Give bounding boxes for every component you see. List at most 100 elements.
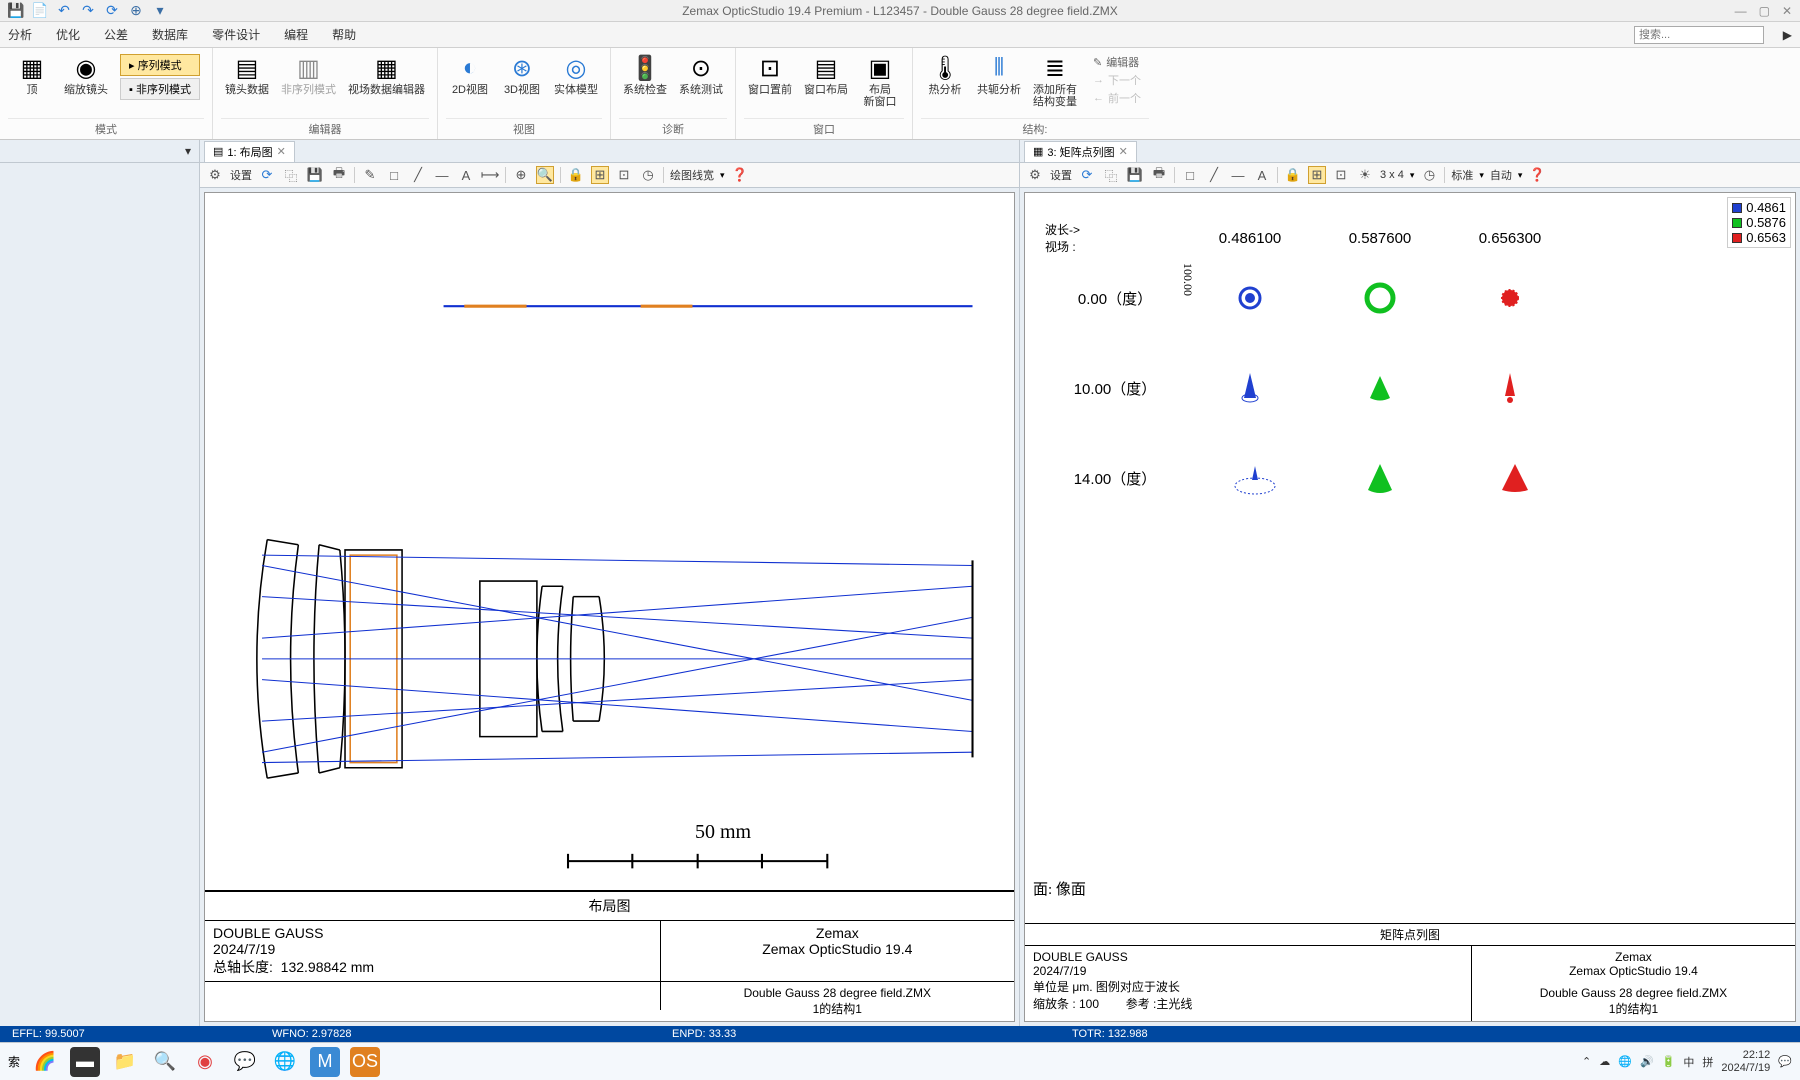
tray-notifications-icon[interactable]: 💬 bbox=[1778, 1055, 1792, 1068]
spot-tab[interactable]: ▦ 3: 矩阵点列图 ✕ bbox=[1024, 141, 1137, 162]
layout-tab[interactable]: ▤ 1: 布局图 ✕ bbox=[204, 141, 295, 162]
clock-icon[interactable]: ◷ bbox=[1420, 166, 1438, 184]
taskbar-search-icon[interactable]: 🔍 bbox=[150, 1047, 180, 1077]
settings-label[interactable]: 设置 bbox=[230, 167, 252, 183]
help-icon[interactable]: ⊕ bbox=[128, 3, 144, 19]
ribbon-btn-syscheck[interactable]: 🚦系统检查 bbox=[619, 50, 671, 118]
ribbon-btn-zoom-lens[interactable]: ◉缩放镜头 bbox=[60, 50, 112, 118]
ribbon-btn-systest[interactable]: ⊙系统测试 bbox=[675, 50, 727, 118]
print-icon[interactable]: 🖶 bbox=[1150, 166, 1168, 184]
ribbon-btn-win-front[interactable]: ⊡窗口置前 bbox=[744, 50, 796, 118]
ribbon-btn-lens-data[interactable]: ▤镜头数据 bbox=[221, 50, 273, 118]
grid-icon[interactable]: ⊞ bbox=[591, 166, 609, 184]
layout-canvas[interactable]: 50 mm 布局图 DOUBLE GAUSS 2024/7/19 总轴长度: 1… bbox=[204, 192, 1015, 1022]
copy-icon[interactable]: ⿻ bbox=[1102, 166, 1120, 184]
save-icon[interactable]: 💾 bbox=[306, 166, 324, 184]
ribbon-btn-conjugate[interactable]: ⦀共轭分析 bbox=[973, 50, 1025, 118]
ribbon-btn-nsc-editor[interactable]: ▥非序列模式 bbox=[277, 50, 340, 118]
save-icon[interactable]: 💾 bbox=[1126, 166, 1144, 184]
new-icon[interactable]: 📄 bbox=[32, 3, 48, 19]
linewidth-label[interactable]: 绘图线宽 bbox=[670, 167, 714, 183]
square-icon[interactable]: □ bbox=[385, 166, 403, 184]
taskbar-wechat-icon[interactable]: 💬 bbox=[230, 1047, 260, 1077]
target-icon[interactable]: ⊕ bbox=[512, 166, 530, 184]
help-icon[interactable]: ❓ bbox=[1528, 166, 1546, 184]
refresh-icon[interactable]: ⟳ bbox=[1078, 166, 1096, 184]
menu-tolerance[interactable]: 公差 bbox=[104, 26, 128, 43]
pencil-icon[interactable]: ✎ bbox=[361, 166, 379, 184]
dash-icon[interactable]: — bbox=[1229, 166, 1247, 184]
taskbar-search-text[interactable]: 索 bbox=[8, 1053, 20, 1070]
lock-icon[interactable]: 🔒 bbox=[1284, 166, 1302, 184]
ribbon-btn-add-vars[interactable]: ≣添加所有 结构变量 bbox=[1029, 50, 1081, 118]
ribbon-btn-new-win[interactable]: ▣布局 新窗口 bbox=[856, 50, 904, 118]
redo-icon[interactable]: ↷ bbox=[80, 3, 96, 19]
save-icon[interactable]: 💾 bbox=[8, 3, 24, 19]
text-icon[interactable]: A bbox=[457, 166, 475, 184]
tray-volume-icon[interactable]: 🔊 bbox=[1640, 1055, 1654, 1068]
tab-close-icon[interactable]: ✕ bbox=[277, 145, 286, 158]
export-icon[interactable]: ⊡ bbox=[615, 166, 633, 184]
menu-analyze[interactable]: 分析 bbox=[8, 26, 32, 43]
search-input[interactable] bbox=[1634, 26, 1764, 44]
zoom-icon[interactable]: 🔍 bbox=[536, 166, 554, 184]
taskbar-edge-icon[interactable]: 🌐 bbox=[270, 1047, 300, 1077]
ruler-icon[interactable]: ⟼ bbox=[481, 166, 499, 184]
settings-gear-icon[interactable]: ⚙ bbox=[206, 166, 224, 184]
tray-network-icon[interactable]: 🌐 bbox=[1618, 1055, 1632, 1068]
tray-chevron-icon[interactable]: ⌃ bbox=[1582, 1055, 1591, 1068]
tray-ime-1[interactable]: 中 bbox=[1683, 1054, 1694, 1070]
print-icon[interactable]: 🖶 bbox=[330, 166, 348, 184]
tab-close-icon[interactable]: ✕ bbox=[1119, 145, 1128, 158]
clock-icon[interactable]: ◷ bbox=[639, 166, 657, 184]
run-icon[interactable]: ▶ bbox=[1783, 28, 1792, 42]
text-icon[interactable]: A bbox=[1253, 166, 1271, 184]
ribbon-link-editor[interactable]: ✎ 编辑器 bbox=[1093, 54, 1141, 70]
ribbon-btn-top[interactable]: ▦顶 bbox=[8, 50, 56, 118]
tray-battery-icon[interactable]: 🔋 bbox=[1662, 1055, 1676, 1068]
tray-ime-2[interactable]: 拼 bbox=[1702, 1054, 1713, 1070]
line-icon[interactable]: ╱ bbox=[409, 166, 427, 184]
export-icon[interactable]: ⊡ bbox=[1332, 166, 1350, 184]
ribbon-btn-solid[interactable]: ◎实体模型 bbox=[550, 50, 602, 118]
tray-onedrive-icon[interactable]: ☁ bbox=[1599, 1055, 1610, 1068]
menu-database[interactable]: 数据库 bbox=[152, 26, 188, 43]
sequential-mode-btn[interactable]: ▸ 序列模式 bbox=[120, 54, 200, 76]
left-panel-dropdown[interactable]: ▾ bbox=[0, 140, 199, 163]
ribbon-link-prev[interactable]: ← 前一个 bbox=[1093, 90, 1141, 106]
refresh-icon[interactable]: ⟳ bbox=[258, 166, 276, 184]
square-icon[interactable]: □ bbox=[1181, 166, 1199, 184]
undo-icon[interactable]: ↶ bbox=[56, 3, 72, 19]
menu-part-design[interactable]: 零件设计 bbox=[212, 26, 260, 43]
ribbon-link-next[interactable]: → 下一个 bbox=[1093, 72, 1141, 88]
settings-gear-icon[interactable]: ⚙ bbox=[1026, 166, 1044, 184]
lock-icon[interactable]: 🔒 bbox=[567, 166, 585, 184]
ribbon-btn-field-editor[interactable]: ▦视场数据编辑器 bbox=[344, 50, 429, 118]
maximize-icon[interactable]: ▢ bbox=[1759, 4, 1770, 18]
taskbar-opticstudio-icon[interactable]: OS bbox=[350, 1047, 380, 1077]
spot-canvas[interactable]: 0.4861 0.5876 0.6563 波长-> 视场 : 0.486100 … bbox=[1024, 192, 1796, 1022]
close-icon[interactable]: ✕ bbox=[1782, 4, 1792, 18]
line-icon[interactable]: ╱ bbox=[1205, 166, 1223, 184]
nonsequential-mode-btn[interactable]: ▪ 非序列模式 bbox=[120, 78, 200, 100]
ribbon-btn-2d[interactable]: ◐2D视图 bbox=[446, 50, 494, 118]
dash-icon[interactable]: — bbox=[433, 166, 451, 184]
taskbar-app-icon[interactable]: ◉ bbox=[190, 1047, 220, 1077]
help-icon[interactable]: ❓ bbox=[731, 166, 749, 184]
taskbar-explorer-icon[interactable]: 📁 bbox=[110, 1047, 140, 1077]
taskbar-app-icon[interactable]: ▬ bbox=[70, 1047, 100, 1077]
refresh-icon[interactable]: ⟳ bbox=[104, 3, 120, 19]
ribbon-btn-win-layout[interactable]: ▤窗口布局 bbox=[800, 50, 852, 118]
copy-icon[interactable]: ⿻ bbox=[282, 166, 300, 184]
ribbon-btn-3d[interactable]: ⊛3D视图 bbox=[498, 50, 546, 118]
taskbar-app-icon[interactable]: M bbox=[310, 1047, 340, 1077]
menu-optimize[interactable]: 优化 bbox=[56, 26, 80, 43]
minimize-icon[interactable]: — bbox=[1735, 4, 1747, 18]
menu-programming[interactable]: 编程 bbox=[284, 26, 308, 43]
ribbon-btn-thermal[interactable]: 🌡热分析 bbox=[921, 50, 969, 118]
tray-clock[interactable]: 22:12 2024/7/19 bbox=[1721, 1049, 1770, 1073]
sun-icon[interactable]: ☀ bbox=[1356, 166, 1374, 184]
grid-icon[interactable]: ⊞ bbox=[1308, 166, 1326, 184]
taskbar-app-icon[interactable]: 🌈 bbox=[30, 1047, 60, 1077]
menu-help[interactable]: 帮助 bbox=[332, 26, 356, 43]
